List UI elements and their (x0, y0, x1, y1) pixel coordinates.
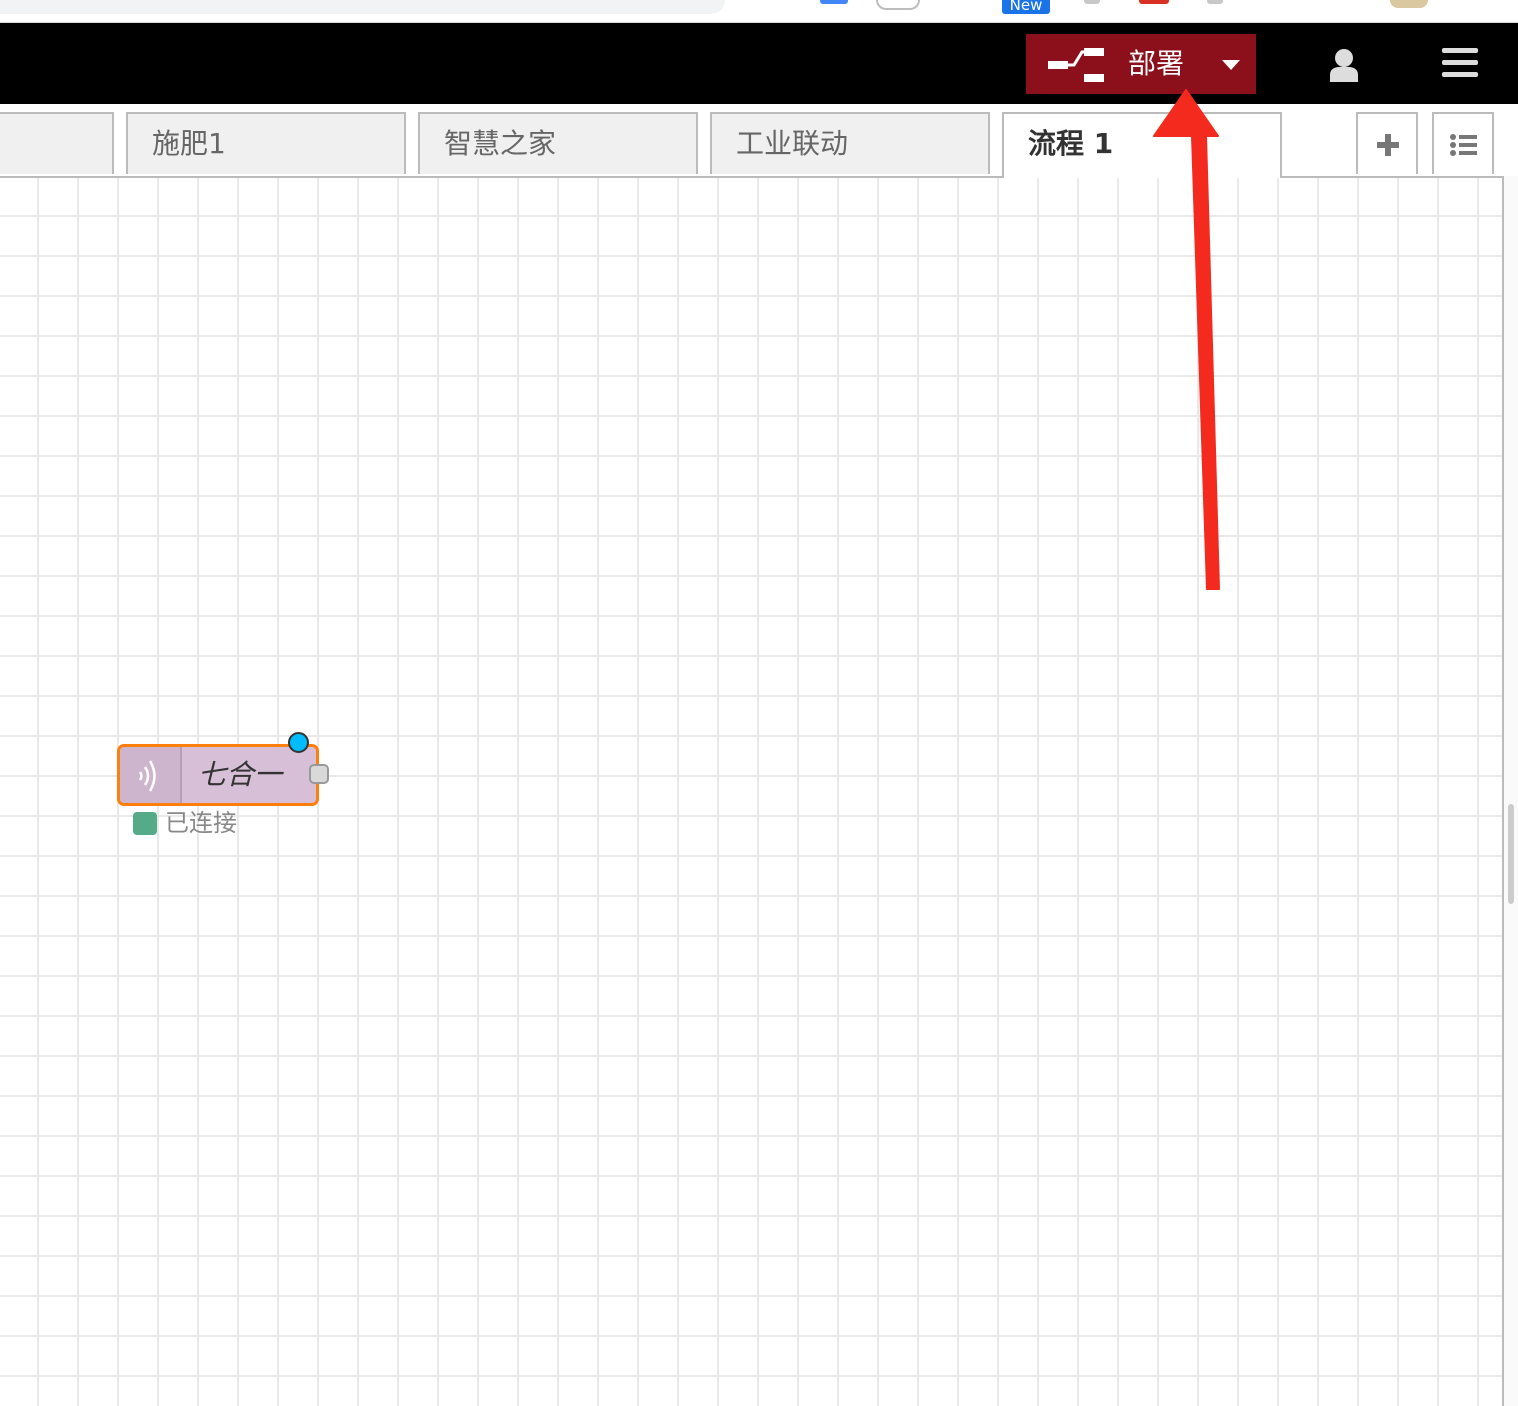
scrollbar-thumb[interactable] (1508, 804, 1514, 904)
tab-fertilize-1[interactable]: 施肥1 (126, 112, 406, 174)
workspace-tab-bar: 施肥1 智慧之家 工业联动 流程 1 (0, 104, 1503, 178)
vertical-scrollbar[interactable] (1502, 176, 1518, 1406)
flow-canvas[interactable]: 七合一 已连接 (0, 178, 1502, 1406)
plus-icon (1377, 134, 1399, 156)
node-icon-area (120, 747, 182, 803)
tab-label: 工业联动 (736, 127, 849, 160)
tab-smart-home[interactable]: 智慧之家 (418, 112, 698, 174)
signal-waves-icon (138, 760, 156, 792)
node-label: 七合一 (198, 758, 283, 791)
extension-icon[interactable] (1139, 0, 1169, 4)
browser-toolbar: New (0, 0, 1518, 23)
add-flow-button[interactable] (1356, 112, 1418, 174)
tab-hidden[interactable] (0, 112, 114, 174)
node-status-indicator (133, 812, 157, 835)
profile-avatar[interactable] (1390, 0, 1428, 8)
list-icon (1450, 134, 1477, 156)
extension-icon[interactable] (1207, 0, 1223, 4)
hamburger-menu-icon (1442, 48, 1478, 77)
node-red-editor: New 部署 施肥1 智慧之家 工业联动 流程 1 七合一 已连接 (0, 0, 1518, 1406)
user-icon (1330, 49, 1358, 82)
flow-node[interactable]: 七合一 (117, 732, 329, 806)
list-flows-button[interactable] (1432, 112, 1494, 174)
caret-down-icon[interactable] (1222, 60, 1240, 70)
extension-icon[interactable] (1084, 0, 1100, 4)
extension-icon[interactable] (820, 0, 848, 4)
tab-label: 施肥1 (152, 127, 226, 160)
deploy-label: 部署 (1128, 47, 1185, 80)
new-badge: New (1002, 0, 1050, 14)
node-changed-indicator (288, 732, 309, 753)
deploy-icon (1048, 48, 1104, 82)
refresh-circle-icon[interactable] (876, 0, 920, 10)
tab-industrial-linkage[interactable]: 工业联动 (710, 112, 990, 174)
node-status-text: 已连接 (165, 809, 237, 837)
user-menu-button[interactable] (1314, 34, 1374, 94)
main-menu-button[interactable] (1428, 34, 1488, 94)
tab-label: 智慧之家 (444, 127, 557, 160)
header: 部署 (0, 23, 1518, 104)
deploy-button[interactable]: 部署 (1026, 34, 1256, 94)
tab-flow-1[interactable]: 流程 1 (1002, 112, 1282, 178)
node-output-port[interactable] (309, 764, 329, 784)
address-bar[interactable] (0, 0, 725, 14)
tab-label: 流程 1 (1028, 127, 1114, 160)
